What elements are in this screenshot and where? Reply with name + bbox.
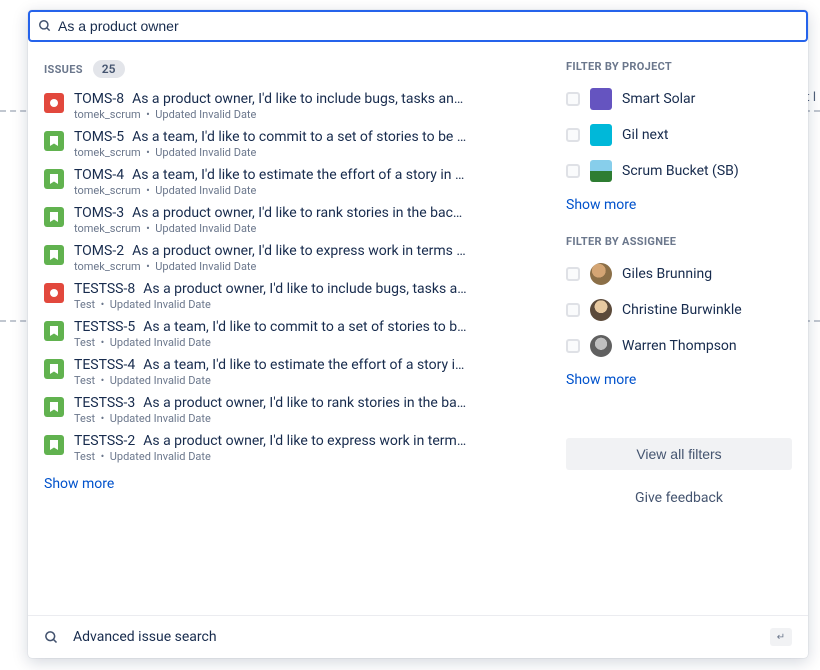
bug-icon	[44, 283, 64, 303]
issue-summary: As a product owner, I'd like to express …	[143, 433, 466, 449]
avatar	[590, 299, 612, 321]
project-name: Scrum Bucket (SB)	[622, 163, 739, 179]
give-feedback-link[interactable]: Give feedback	[566, 490, 792, 506]
assignee-name: Giles Brunning	[622, 266, 712, 282]
results-panel: ISSUES 25 TOMS-8 As a product owner, I'd…	[28, 42, 554, 615]
enter-key-hint: ↵	[770, 628, 792, 646]
issue-row[interactable]: TESTSS-8 As a product owner, I'd like to…	[44, 278, 546, 316]
project-filter-row[interactable]: Gil next	[566, 117, 792, 153]
search-bar[interactable]	[28, 10, 808, 42]
project-icon	[590, 124, 612, 146]
issue-key: TOMS-5	[74, 129, 124, 145]
projects-show-more[interactable]: Show more	[566, 197, 636, 213]
issue-summary: As a team, I'd like to commit to a set o…	[143, 319, 466, 335]
issue-meta: Test • Updated Invalid Date	[74, 412, 546, 425]
search-icon	[38, 19, 52, 33]
issue-key: TESTSS-4	[74, 357, 135, 373]
issue-meta: tomek_scrum • Updated Invalid Date	[74, 108, 546, 121]
checkbox[interactable]	[566, 128, 580, 142]
issues-heading: ISSUES	[44, 63, 83, 76]
issues-show-more[interactable]: Show more	[44, 476, 114, 492]
assignee-name: Christine Burwinkle	[622, 302, 742, 318]
search-icon	[44, 630, 59, 645]
checkbox[interactable]	[566, 339, 580, 353]
project-icon	[590, 88, 612, 110]
project-name: Gil next	[622, 127, 669, 143]
issue-key: TESTSS-2	[74, 433, 135, 449]
avatar	[590, 335, 612, 357]
issue-summary: As a team, I'd like to commit to a set o…	[132, 129, 466, 145]
issue-row[interactable]: TESTSS-2 As a product owner, I'd like to…	[44, 430, 546, 468]
bug-icon	[44, 93, 64, 113]
story-icon	[44, 359, 64, 379]
issue-row[interactable]: TESTSS-4 As a team, I'd like to estimate…	[44, 354, 546, 392]
issue-row[interactable]: TOMS-8 As a product owner, I'd like to i…	[44, 88, 546, 126]
issue-row[interactable]: TOMS-5 As a team, I'd like to commit to …	[44, 126, 546, 164]
project-filter-row[interactable]: Scrum Bucket (SB)	[566, 153, 792, 189]
issue-key: TOMS-3	[74, 205, 124, 221]
issue-key: TOMS-2	[74, 243, 124, 259]
issue-row[interactable]: TESTSS-3 As a product owner, I'd like to…	[44, 392, 546, 430]
project-filter-row[interactable]: Smart Solar	[566, 81, 792, 117]
assignees-show-more[interactable]: Show more	[566, 372, 636, 388]
checkbox[interactable]	[566, 267, 580, 281]
search-footer: Advanced issue search ↵	[28, 615, 808, 658]
issue-meta: Test • Updated Invalid Date	[74, 298, 546, 311]
issue-summary: As a team, I'd like to estimate the effo…	[132, 167, 464, 183]
issue-key: TESTSS-5	[74, 319, 135, 335]
search-input[interactable]	[52, 18, 798, 34]
assignee-name: Warren Thompson	[622, 338, 737, 354]
story-icon	[44, 245, 64, 265]
project-icon	[590, 160, 612, 182]
filter-assignee-heading: FILTER BY ASSIGNEE	[566, 235, 792, 248]
view-all-filters-button[interactable]: View all filters	[566, 438, 792, 470]
story-icon	[44, 207, 64, 227]
issue-key: TESTSS-3	[74, 395, 135, 411]
issue-meta: Test • Updated Invalid Date	[74, 336, 546, 349]
assignee-filter-row[interactable]: Warren Thompson	[566, 328, 792, 364]
issue-row[interactable]: TOMS-2 As a product owner, I'd like to e…	[44, 240, 546, 278]
issue-row[interactable]: TOMS-3 As a product owner, I'd like to r…	[44, 202, 546, 240]
issue-meta: tomek_scrum • Updated Invalid Date	[74, 260, 546, 273]
issue-summary: As a product owner, I'd like to express …	[132, 243, 466, 259]
issue-meta: tomek_scrum • Updated Invalid Date	[74, 222, 546, 235]
issue-meta: tomek_scrum • Updated Invalid Date	[74, 146, 546, 159]
issue-row[interactable]: TOMS-4 As a team, I'd like to estimate t…	[44, 164, 546, 202]
issue-key: TOMS-4	[74, 167, 124, 183]
story-icon	[44, 169, 64, 189]
story-icon	[44, 131, 64, 151]
story-icon	[44, 435, 64, 455]
issue-meta: tomek_scrum • Updated Invalid Date	[74, 184, 546, 197]
issue-summary: As a team, I'd like to estimate the effo…	[143, 357, 464, 373]
search-dropdown: ISSUES 25 TOMS-8 As a product owner, I'd…	[28, 10, 808, 658]
issue-key: TOMS-8	[74, 91, 124, 107]
story-icon	[44, 397, 64, 417]
assignee-filter-row[interactable]: Christine Burwinkle	[566, 292, 792, 328]
filter-project-heading: FILTER BY PROJECT	[566, 60, 792, 73]
checkbox[interactable]	[566, 164, 580, 178]
story-icon	[44, 321, 64, 341]
issues-count-badge: 25	[93, 60, 125, 78]
issue-summary: As a product owner, I'd like to rank sto…	[143, 395, 466, 411]
issue-summary: As a product owner, I'd like to include …	[132, 91, 463, 107]
project-name: Smart Solar	[622, 91, 695, 107]
advanced-search-link[interactable]: Advanced issue search	[73, 629, 756, 645]
checkbox[interactable]	[566, 92, 580, 106]
filters-panel: FILTER BY PROJECT Smart Solar Gil next S…	[554, 42, 808, 615]
issue-meta: Test • Updated Invalid Date	[74, 374, 546, 387]
checkbox[interactable]	[566, 303, 580, 317]
issue-key: TESTSS-8	[74, 281, 135, 297]
issue-meta: Test • Updated Invalid Date	[74, 450, 546, 463]
issue-summary: As a product owner, I'd like to rank sto…	[132, 205, 462, 221]
issue-summary: As a product owner, I'd like to include …	[143, 281, 466, 297]
assignee-filter-row[interactable]: Giles Brunning	[566, 256, 792, 292]
avatar	[590, 263, 612, 285]
issue-row[interactable]: TESTSS-5 As a team, I'd like to commit t…	[44, 316, 546, 354]
